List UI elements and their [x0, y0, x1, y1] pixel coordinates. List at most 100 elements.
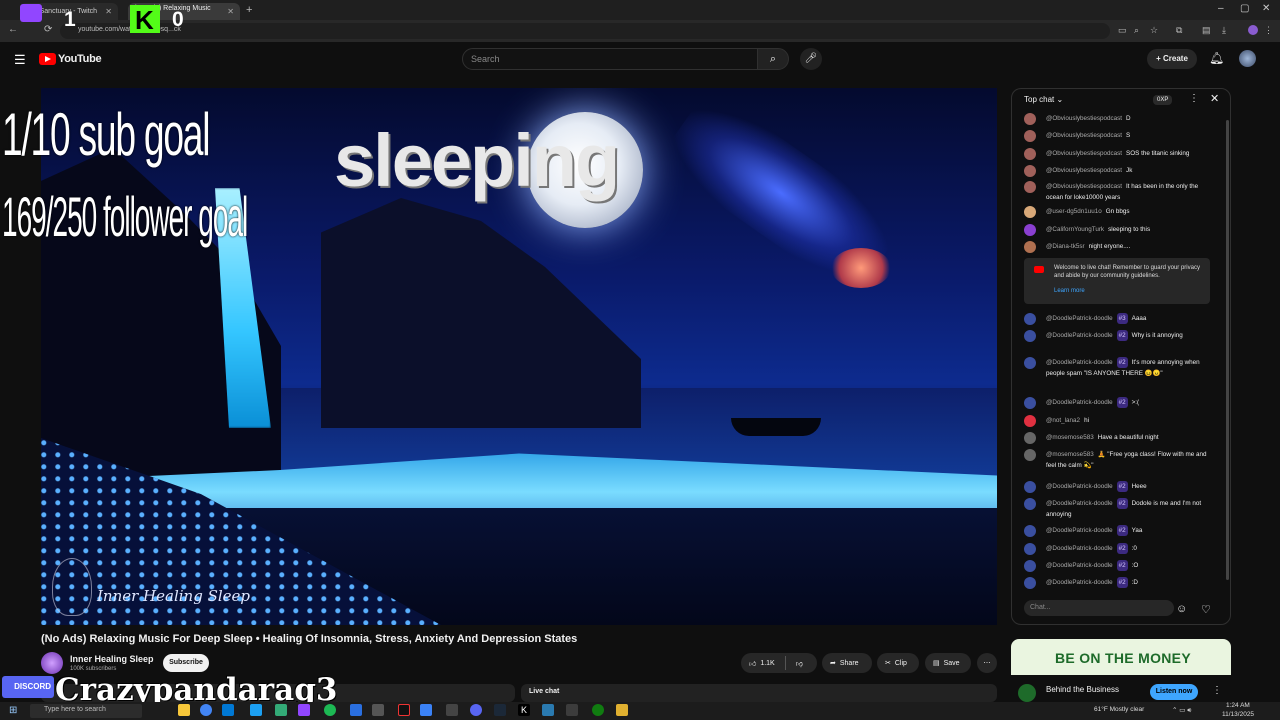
store-icon[interactable] [275, 704, 287, 716]
chat-author[interactable]: @DoodlePatrick-doodle [1046, 579, 1113, 586]
chat-author[interactable]: @DoodlePatrick-doodle [1046, 483, 1113, 490]
chat-author[interactable]: @DoodlePatrick-doodle [1046, 315, 1113, 322]
spotify-icon[interactable] [324, 704, 336, 716]
xbox-icon[interactable] [592, 704, 604, 716]
channel-avatar[interactable] [41, 652, 63, 674]
close-tab-icon[interactable]: ✕ [105, 7, 112, 16]
discord-taskbar-icon[interactable] [470, 704, 482, 716]
chat-author[interactable]: @DoodlePatrick-doodle [1046, 500, 1113, 507]
chat-author-avatar[interactable] [1024, 432, 1036, 444]
chat-author[interactable]: @not_lana2 [1046, 417, 1080, 424]
chat-author[interactable]: @Obviouslybestiespodcast [1046, 150, 1122, 157]
chat-author-avatar[interactable] [1024, 415, 1036, 427]
app-icon-5[interactable] [542, 704, 554, 716]
chat-author[interactable]: @Obviouslybestiespodcast [1046, 167, 1122, 174]
chat-author-avatar[interactable] [1024, 113, 1036, 125]
youtube-logo-icon[interactable] [39, 53, 56, 65]
weather-info[interactable]: 61°F Mostly clear [1094, 706, 1144, 713]
app-icon-7[interactable] [616, 704, 628, 716]
back-icon[interactable]: ← [8, 24, 18, 35]
reload-icon[interactable]: ⟳ [44, 24, 52, 35]
dislike-icon[interactable]: 👎︎ [796, 659, 803, 668]
youtube-logo-text[interactable]: YouTube [58, 53, 102, 65]
chat-author[interactable]: @mosemose583 [1046, 434, 1094, 441]
file-explorer-icon[interactable] [178, 704, 190, 716]
close-window-button[interactable]: ✕ [1262, 3, 1270, 14]
chat-author-avatar[interactable] [1024, 397, 1036, 409]
chat-scrollbar[interactable] [1226, 120, 1229, 580]
chat-author-avatar[interactable] [1024, 148, 1036, 160]
profile-icon[interactable] [1248, 25, 1258, 35]
xp-badge[interactable]: 0XP [1153, 95, 1173, 105]
chat-author[interactable]: @Obviouslybestiespodcast [1046, 183, 1122, 190]
chat-author-avatar[interactable] [1024, 577, 1036, 589]
chat-input[interactable]: Chat... [1024, 600, 1174, 616]
chat-author-avatar[interactable] [1024, 449, 1036, 461]
chat-author[interactable]: @CalifornYoungTurk [1046, 226, 1104, 233]
close-tab-icon[interactable]: ✕ [227, 7, 234, 16]
chat-author[interactable]: @DoodlePatrick-doodle [1046, 399, 1113, 406]
obs-icon[interactable] [298, 704, 310, 716]
maximize-button[interactable]: ▢ [1240, 3, 1249, 14]
chat-author[interactable]: @Obviouslybestiespodcast [1046, 115, 1122, 122]
share-button[interactable]: ➦ Share [822, 653, 872, 673]
chat-author[interactable]: @Diana-tk5sr [1046, 243, 1085, 250]
chat-author[interactable]: @mosemose583 [1046, 451, 1094, 458]
chat-author-avatar[interactable] [1024, 330, 1036, 342]
chat-author[interactable]: @Obviouslybestiespodcast [1046, 132, 1122, 139]
chat-author[interactable]: @DoodlePatrick-doodle [1046, 527, 1113, 534]
chat-author[interactable]: @DoodlePatrick-doodle [1046, 359, 1113, 366]
chat-author-avatar[interactable] [1024, 224, 1036, 236]
chat-menu-icon[interactable]: ⋮ [1189, 93, 1199, 104]
ad-title[interactable]: Behind the Business [1046, 685, 1119, 694]
live-chat-bar[interactable]: Live chat [521, 684, 997, 702]
clock-date[interactable]: 11/13/2025 [1222, 711, 1254, 718]
chat-author[interactable]: @DoodlePatrick-doodle [1046, 545, 1113, 552]
hamburger-menu-icon[interactable]: ☰ [14, 52, 26, 68]
top-chat-dropdown[interactable]: Top chat ⌄ [1024, 95, 1063, 104]
chat-author[interactable]: @user-dg5dn1uu1o [1046, 208, 1102, 215]
search-button[interactable]: ⌕ [757, 48, 789, 70]
chat-author-avatar[interactable] [1024, 181, 1036, 193]
app-icon-3[interactable] [420, 704, 432, 716]
chat-author-avatar[interactable] [1024, 525, 1036, 537]
chat-author-avatar[interactable] [1024, 165, 1036, 177]
mail-icon[interactable] [222, 704, 234, 716]
zoom-icon[interactable]: ⌕ [1134, 25, 1139, 36]
channel-name[interactable]: Inner Healing Sleep [70, 654, 154, 664]
address-bar[interactable]: youtube.com/watch?v=...Dsq...ck [60, 23, 1110, 39]
edge-icon[interactable] [250, 704, 262, 716]
close-chat-icon[interactable]: ✕ [1210, 92, 1219, 105]
chat-author-avatar[interactable] [1024, 313, 1036, 325]
search-input[interactable]: Search [462, 48, 758, 70]
chat-author-avatar[interactable] [1024, 481, 1036, 493]
app-icon-6[interactable] [566, 704, 578, 716]
account-avatar[interactable] [1239, 50, 1256, 67]
like-icon[interactable]: 👍︎ [749, 659, 756, 668]
taskbar-search-input[interactable]: Type here to search [30, 704, 142, 718]
split-view-icon[interactable]: ▤ [1202, 25, 1211, 36]
notifications-bell-icon[interactable]: 🔔︎ [1209, 51, 1224, 65]
chat-author[interactable]: @DoodlePatrick-doodle [1046, 562, 1113, 569]
chat-author-avatar[interactable] [1024, 206, 1036, 218]
app-icon-4[interactable] [446, 704, 458, 716]
cast-icon[interactable]: ▭ [1118, 25, 1127, 36]
download-icon[interactable]: ⤓ [1222, 25, 1226, 36]
app-icon-2[interactable] [372, 704, 384, 716]
minimize-button[interactable]: – [1218, 3, 1224, 14]
new-tab-button[interactable]: + [246, 4, 252, 16]
chat-author-avatar[interactable] [1024, 498, 1036, 510]
subscribe-button[interactable]: Subscribe [163, 654, 209, 672]
app-icon[interactable] [350, 704, 362, 716]
clock-time[interactable]: 1:24 AM [1226, 702, 1250, 709]
chat-author-avatar[interactable] [1024, 357, 1036, 369]
save-button[interactable]: ▤ Save [925, 653, 971, 673]
extensions-icon[interactable]: ⧉ [1176, 25, 1182, 36]
learn-more-link[interactable]: Learn more [1054, 287, 1204, 295]
ad-menu-icon[interactable]: ⋮ [1212, 685, 1222, 696]
chat-author[interactable]: @DoodlePatrick-doodle [1046, 332, 1113, 339]
listen-now-button[interactable]: Listen now [1150, 684, 1198, 700]
steam-icon[interactable] [494, 704, 506, 716]
more-actions-icon[interactable]: ⋯ [977, 653, 997, 673]
kick-taskbar-icon[interactable]: K [518, 704, 530, 716]
